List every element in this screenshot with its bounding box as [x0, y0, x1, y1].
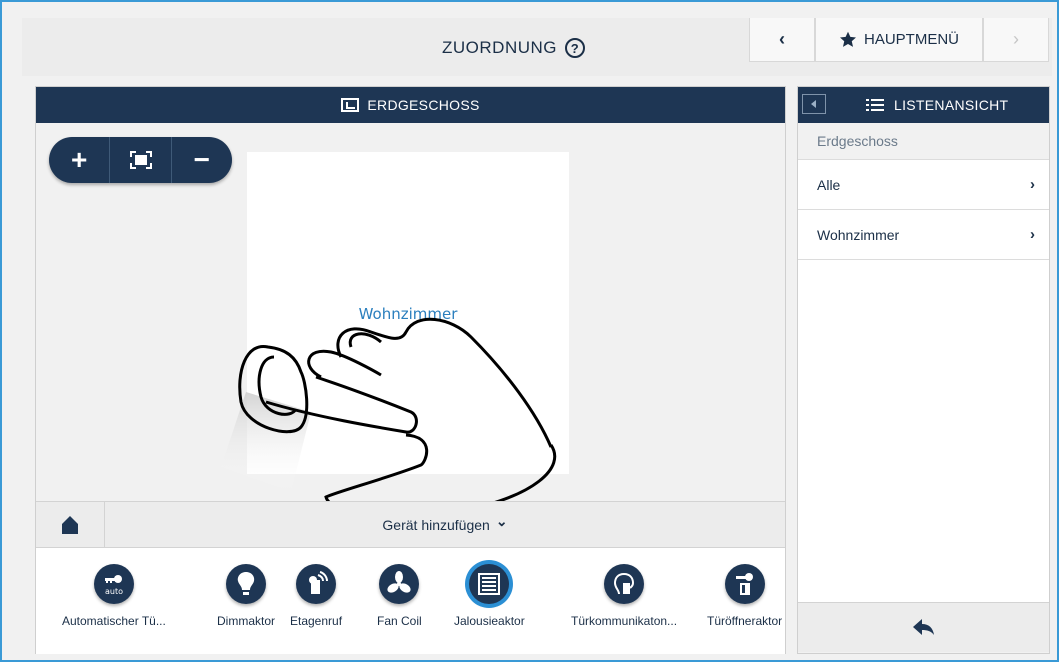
list-view-title-text: LISTENANSICHT [894, 97, 1009, 113]
device-item-blind-actuator[interactable]: Jalousieaktor [454, 564, 525, 628]
collapse-icon [811, 100, 816, 108]
list-item-label: Alle [817, 176, 841, 193]
zoom-controls: + − [49, 137, 232, 183]
hand-gesture-icon [221, 317, 557, 517]
list-icon [866, 99, 884, 111]
top-header: ZUORDNUNG ? ‹ HAUPTMENÜ › [22, 18, 1052, 76]
app-frame: ZUORDNUNG ? ‹ HAUPTMENÜ › ERDGESCHOSS + [0, 0, 1059, 662]
list-view-title: LISTENANSICHT [866, 97, 1008, 113]
help-icon[interactable]: ? [565, 38, 585, 58]
page-title: ZUORDNUNG ? [442, 38, 585, 58]
floor-title: ERDGESCHOSS [367, 97, 480, 113]
device-label: Dimmaktor [217, 614, 276, 628]
intercom-icon [604, 564, 645, 604]
list-subtitle: Erdgeschoss [798, 123, 1049, 159]
fit-screen-icon [129, 151, 152, 169]
list-view-header: LISTENANSICHT [798, 87, 1049, 123]
back-button[interactable]: ‹ [749, 18, 815, 62]
fit-to-screen-button[interactable] [110, 137, 170, 183]
star-icon [840, 31, 856, 47]
chevron-left-icon: ‹ [779, 29, 785, 49]
chevron-down-icon: ⌄ [495, 513, 508, 529]
main-menu-button[interactable]: HAUPTMENÜ [815, 18, 983, 62]
minus-icon: − [193, 144, 210, 175]
chevron-right-icon: › [1030, 226, 1035, 243]
device-label: Etagenruf [290, 614, 343, 628]
floor-plan-panel: ERDGESCHOSS + − Wohnzimmer Gerät hinzufü… [35, 86, 786, 654]
device-item-automatic-door[interactable]: auto Automatischer Tü... [62, 564, 166, 628]
device-label: Türöffneraktor [707, 614, 783, 628]
floor-plan-icon [341, 98, 360, 112]
device-label: Jalousieaktor [454, 614, 525, 628]
device-label: Fan Coil [377, 614, 422, 628]
blind-icon [469, 564, 510, 604]
device-item-door-communication[interactable]: Türkommunikaton... [571, 564, 677, 628]
device-palette: auto Automatischer Tü... Dimmaktor Etage… [36, 548, 785, 654]
door-bell-icon [296, 564, 337, 604]
return-arrow-icon[interactable] [912, 618, 935, 637]
forward-button[interactable]: › [983, 18, 1049, 62]
device-label: Automatischer Tü... [62, 614, 166, 628]
lightbulb-icon [226, 564, 266, 604]
auto-key-icon: auto [93, 564, 134, 604]
floor-plan-header: ERDGESCHOSS [36, 87, 785, 123]
add-device-bar: Gerät hinzufügen ⌄ [36, 501, 785, 548]
door-opener-icon [724, 564, 765, 604]
home-button[interactable] [36, 502, 105, 547]
device-item-door-opener[interactable]: Türöffneraktor [707, 564, 782, 628]
device-item-fan-coil[interactable]: Fan Coil [377, 564, 422, 628]
device-label: Türkommunikaton... [571, 614, 678, 628]
page-title-text: ZUORDNUNG [442, 38, 557, 57]
list-item-alle[interactable]: Alle › [798, 159, 1049, 209]
device-item-floor-call[interactable]: Etagenruf [290, 564, 342, 628]
chevron-right-icon: › [1030, 176, 1035, 193]
list-item-label: Wohnzimmer [817, 226, 900, 243]
list-empty-area [798, 259, 1049, 602]
fan-icon [379, 564, 420, 604]
svg-text:auto: auto [105, 587, 123, 596]
add-device-button[interactable]: Gerät hinzufügen ⌄ [105, 502, 785, 547]
plus-icon: + [70, 144, 88, 175]
chevron-right-icon: › [1013, 29, 1019, 49]
list-footer [798, 602, 1049, 652]
home-icon [62, 515, 78, 534]
list-view-panel: LISTENANSICHT Erdgeschoss Alle › Wohnzim… [797, 86, 1050, 654]
add-device-label: Gerät hinzufügen [382, 516, 490, 533]
collapse-panel-button[interactable] [802, 94, 826, 114]
main-menu-label: HAUPTMENÜ [863, 31, 959, 48]
list-item-wohnzimmer[interactable]: Wohnzimmer › [798, 209, 1049, 259]
device-item-dimmer[interactable]: Dimmaktor [217, 564, 275, 628]
zoom-in-button[interactable]: + [49, 137, 109, 183]
zoom-out-button[interactable]: − [172, 137, 232, 183]
